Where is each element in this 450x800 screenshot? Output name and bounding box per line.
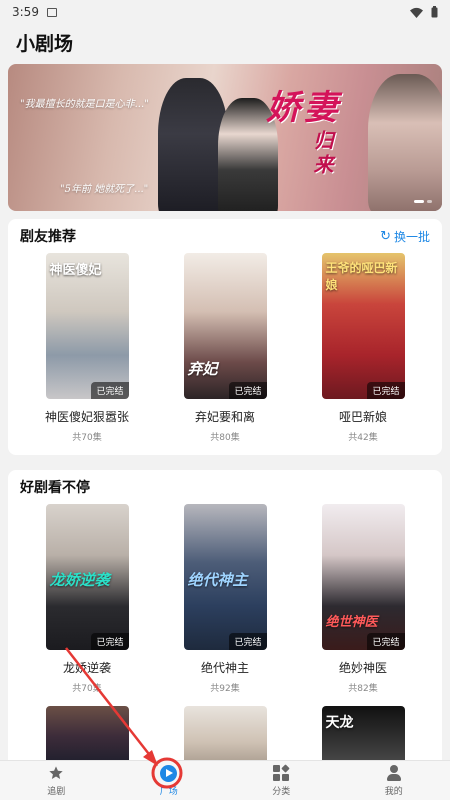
drama-title: 哑巴新娘 (338, 410, 387, 424)
episode-count: 共70集 (72, 433, 102, 443)
drama-card[interactable]: 神医傻妃 已完结 神医傻妃狠嚣张 共70集 (37, 253, 137, 443)
recommend-section: 剧友推荐 ↻ 换一批 神医傻妃 已完结 神医傻妃狠嚣张 共70集 弃妃 已完结 … (8, 219, 442, 455)
drama-title: 绝妙神医 (338, 661, 387, 675)
status-badge: 已完结 (91, 633, 129, 650)
drama-card[interactable]: 天龙 (313, 706, 413, 766)
banner-quote-top: "我最擅长的就是口是心非..." (20, 99, 149, 110)
drama-card[interactable]: 弃妃 已完结 弃妃要和离 共80集 (175, 253, 275, 443)
poster-title-art: 绝代神主 (187, 571, 248, 589)
status-bar: 3:59 (0, 0, 450, 24)
status-badge: 已完结 (367, 382, 405, 399)
drama-poster[interactable]: 弃妃 已完结 (183, 253, 267, 399)
nav-item-follow[interactable]: 追剧 (21, 761, 91, 800)
nav-label: 广场 (159, 787, 178, 797)
wifi-icon (410, 7, 423, 18)
status-badge: 已完结 (367, 633, 405, 650)
drama-poster[interactable]: 龙娇逆袭 已完结 (45, 504, 129, 650)
status-badge: 已完结 (91, 382, 129, 399)
drama-poster[interactable]: 绝代神主 已完结 (183, 504, 267, 650)
drama-poster[interactable] (45, 706, 129, 766)
banner-quote-bottom: "5年前 她就死了..." (60, 184, 149, 195)
drama-poster[interactable]: 天龙 (321, 706, 405, 766)
drama-card[interactable]: 绝世神医 已完结 绝妙神医 共82集 (313, 504, 413, 694)
episode-count: 共92集 (210, 684, 240, 694)
star-icon (47, 764, 65, 782)
drama-card[interactable]: 龙娇逆袭 已完结 龙娇逆袭 共70集 (37, 504, 137, 694)
battery-icon (431, 6, 438, 18)
drama-card[interactable]: 绝代神主 已完结 绝代神主 共92集 (175, 504, 275, 694)
play-icon (160, 764, 178, 782)
drama-card[interactable]: 王爷的哑巴新娘 已完结 哑巴新娘 共42集 (313, 253, 413, 443)
nav-label: 我的 (384, 787, 403, 797)
user-icon (386, 765, 402, 781)
poster-title-art: 王爷的哑巴新娘 (325, 261, 398, 292)
bottom-navigation: 追剧 广场 分类 我的 (0, 760, 450, 800)
category-icon (273, 764, 290, 781)
banner-subtitle: 归来 (310, 130, 334, 178)
image-notification-icon (46, 7, 57, 17)
episode-count: 共80集 (210, 433, 240, 443)
nav-label: 追剧 (47, 787, 66, 797)
drama-card[interactable] (175, 706, 275, 766)
banner-title: 娇妻 (266, 88, 342, 128)
banner-figure-right (368, 74, 442, 211)
nav-item-profile[interactable]: 我的 (359, 761, 429, 800)
refresh-label: 换一批 (393, 229, 430, 244)
refresh-button[interactable]: ↻ 换一批 (380, 228, 430, 245)
drama-poster[interactable]: 绝世神医 已完结 (321, 504, 405, 650)
episode-count: 共42集 (348, 433, 378, 443)
poster-title-art: 龙娇逆袭 (49, 571, 110, 589)
nav-item-category[interactable]: 分类 (246, 761, 316, 800)
drama-title: 弃妃要和离 (194, 410, 255, 424)
drama-poster[interactable] (183, 706, 267, 766)
drama-title: 神医傻妃狠嚣张 (44, 410, 129, 424)
nav-item-square[interactable]: 广场 (134, 761, 204, 800)
poster-title-art: 弃妃 (187, 360, 218, 378)
nav-label: 分类 (272, 787, 291, 797)
page-title: 小剧场 (0, 24, 450, 60)
drama-poster[interactable]: 神医傻妃 已完结 (45, 253, 129, 399)
poster-title-art: 天龙 (325, 715, 354, 731)
hero-banner[interactable]: "我最擅长的就是口是心非..." "5年前 她就死了..." 娇妻 归来 (8, 64, 442, 211)
status-badge: 已完结 (229, 382, 267, 399)
status-time: 3:59 (12, 5, 39, 19)
drama-title: 龙娇逆袭 (62, 661, 111, 675)
episode-count: 共82集 (348, 684, 378, 694)
drama-poster[interactable]: 王爷的哑巴新娘 已完结 (321, 253, 405, 399)
banner-pager (414, 200, 432, 203)
poster-title-art: 绝世神医 (325, 615, 378, 630)
refresh-icon: ↻ (380, 228, 391, 244)
binge-section: 好剧看不停 龙娇逆袭 已完结 龙娇逆袭 共70集 绝代神主 已完结 绝代神主 共… (8, 470, 442, 770)
episode-count: 共70集 (72, 684, 102, 694)
drama-card[interactable] (37, 706, 137, 766)
drama-title: 绝代神主 (200, 661, 249, 675)
poster-title-art: 神医傻妃 (49, 263, 102, 278)
status-badge: 已完结 (229, 633, 267, 650)
section-title: 好剧看不停 (20, 480, 90, 496)
section-title: 剧友推荐 (20, 229, 76, 245)
